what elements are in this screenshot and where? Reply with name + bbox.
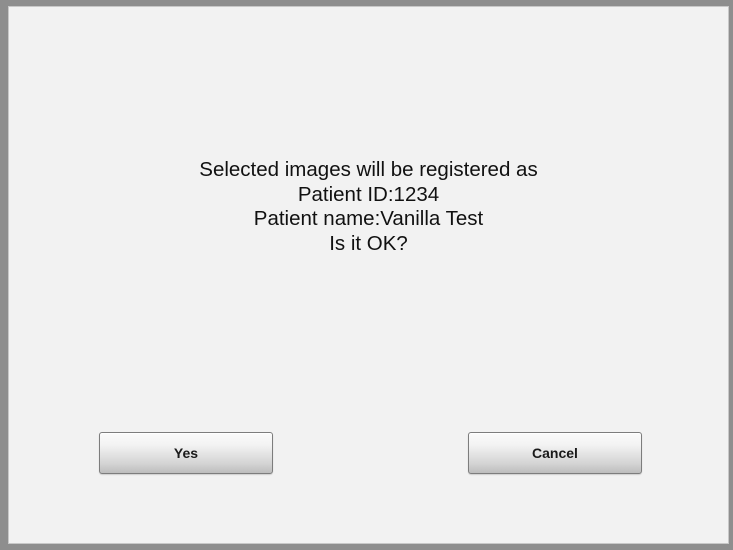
message-line-patient-id: Patient ID:1234: [297, 182, 440, 206]
message-line-question: Is it OK?: [329, 231, 408, 255]
yes-button[interactable]: Yes: [99, 432, 273, 474]
cancel-button[interactable]: Cancel: [468, 432, 642, 474]
message-line-registration: Selected images will be registered as: [199, 158, 538, 181]
confirmation-dialog: Selected images will be registered as Pa…: [0, 0, 733, 550]
message-line-patient-name: Patient name:Vanilla Test: [253, 207, 484, 230]
dialog-message: Selected images will be registered as Pa…: [8, 158, 729, 256]
